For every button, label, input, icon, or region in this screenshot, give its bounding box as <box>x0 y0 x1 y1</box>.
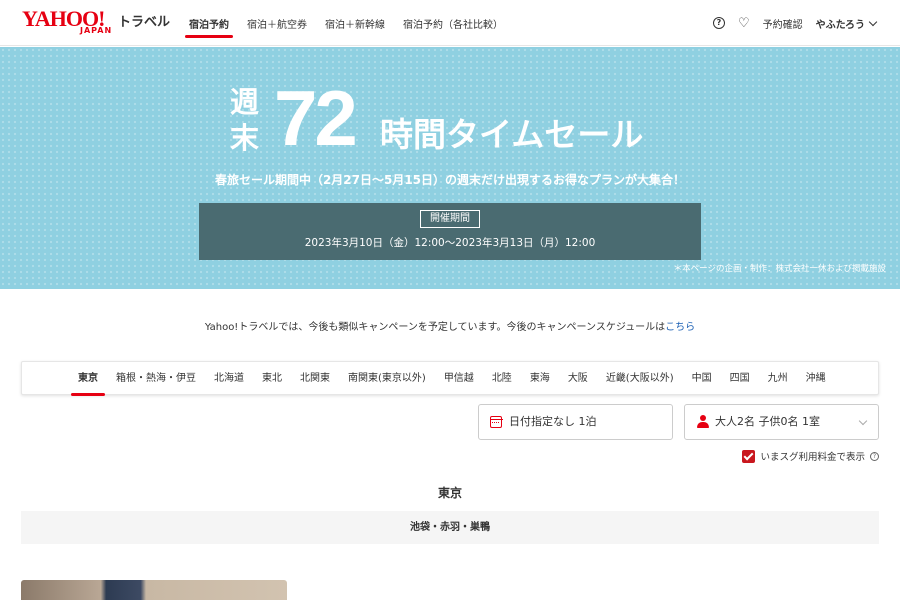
region-tab-koshinetsu[interactable]: 甲信越 <box>435 362 483 396</box>
region-tabs: 東京 箱根・熱海・伊豆 北海道 東北 北関東 南関東(東京以外) 甲信越 北陸 … <box>69 362 835 396</box>
guest-selector-text: 大人2名 子供0名 1室 <box>715 415 820 428</box>
region-tab-kinki[interactable]: 近畿(大阪以外) <box>597 362 683 396</box>
help-icon[interactable]: ? <box>712 17 725 29</box>
region-tab-osaka[interactable]: 大阪 <box>559 362 597 396</box>
region-tab-hakone-atami-izu[interactable]: 箱根・熱海・伊豆 <box>107 362 205 396</box>
region-tab-hokuriku[interactable]: 北陸 <box>483 362 521 396</box>
region-tab-kyushu[interactable]: 九州 <box>759 362 797 396</box>
region-tab-tohoku[interactable]: 東北 <box>253 362 291 396</box>
logo-travel-text: トラベル <box>118 15 171 30</box>
period-label: 開催期間 <box>420 210 480 228</box>
period-dates: 2023年3月10日（金）12:00～2023年3月13日（月）12:00 <box>304 237 596 249</box>
schedule-link[interactable]: こちら <box>665 322 695 333</box>
hotel-image[interactable] <box>21 580 287 600</box>
guest-selector[interactable]: 大人2名 子供0名 1室 <box>684 404 879 440</box>
nav-item-hotel-shinkansen[interactable]: 宿泊＋新幹線 <box>316 0 394 46</box>
sale-title-hours: 72 <box>274 74 358 162</box>
header-actions: ? ♡ 予約確認 やふたろう <box>712 0 878 46</box>
site-header: YAHOO! JAPAN トラベル 宿泊予約 宿泊＋航空券 宿泊＋新幹線 宿泊予… <box>0 0 900 46</box>
region-tab-hokkaido[interactable]: 北海道 <box>205 362 253 396</box>
logo-japan-text: JAPAN <box>80 26 113 35</box>
region-tab-minami-kanto[interactable]: 南関東(東京以外) <box>339 362 435 396</box>
date-selector-text: 日付指定なし 1泊 <box>509 415 597 428</box>
help-icon[interactable]: ? <box>870 451 879 461</box>
region-tab-kita-kanto[interactable]: 北関東 <box>291 362 339 396</box>
nav-item-hotel[interactable]: 宿泊予約 <box>180 0 238 46</box>
main-nav: 宿泊予約 宿泊＋航空券 宿泊＋新幹線 宿泊予約（各社比較） <box>180 0 512 46</box>
sale-subtitle: 春旅セール期間中（2月27日～5月15日）の週末だけ出現するお得なプランが大集合… <box>214 173 686 187</box>
chevron-down-icon <box>858 416 868 426</box>
chevron-down-icon <box>868 17 878 26</box>
price-display-toggle[interactable]: いまスグ利用料金で表示 ? <box>742 449 879 463</box>
person-icon <box>697 415 709 429</box>
campaign-info-text: Yahoo!トラベルでは、今後も類似キャンペーンを予定しています。今後のキャンペ… <box>204 322 666 333</box>
sale-title-text: 時間タイムセール <box>380 115 644 154</box>
sale-title-weekend-2: 末 <box>230 121 260 155</box>
region-tab-shikoku[interactable]: 四国 <box>721 362 759 396</box>
area-title: 東京 <box>437 486 462 500</box>
price-display-label: いまスグ利用料金で表示 <box>760 452 865 463</box>
date-selector[interactable]: 日付指定なし 1泊 <box>478 404 673 440</box>
heart-icon[interactable]: ♡ <box>738 17 750 30</box>
sub-area-bar: 池袋・赤羽・巣鴨 <box>21 511 879 544</box>
nav-item-hotel-compare[interactable]: 宿泊予約（各社比較） <box>394 0 512 46</box>
region-tab-okinawa[interactable]: 沖縄 <box>797 362 835 396</box>
sale-title-weekend-1: 週 <box>230 85 260 119</box>
user-menu[interactable]: やふたろう <box>815 16 878 31</box>
reservation-check-link[interactable]: 予約確認 <box>763 16 803 31</box>
campaign-info: Yahoo!トラベルでは、今後も類似キャンペーンを予定しています。今後のキャンペ… <box>0 318 900 333</box>
region-tab-tokyo[interactable]: 東京 <box>69 362 107 396</box>
region-tab-tokai[interactable]: 東海 <box>521 362 559 396</box>
banner-note: ＊本ページの企画・制作：株式会社一休および掲載施設 <box>673 264 886 274</box>
nav-item-hotel-flight[interactable]: 宿泊＋航空券 <box>238 0 316 46</box>
user-name: やふたろう <box>815 19 865 31</box>
period-box: 開催期間 2023年3月10日（金）12:00～2023年3月13日（月）12:… <box>199 203 701 260</box>
calendar-icon <box>489 416 503 428</box>
region-tab-bar: 東京 箱根・熱海・伊豆 北海道 東北 北関東 南関東(東京以外) 甲信越 北陸 … <box>21 361 879 396</box>
sub-area-ikebukuro[interactable]: 池袋・赤羽・巣鴨 <box>21 511 879 544</box>
region-tab-chugoku[interactable]: 中国 <box>683 362 721 396</box>
price-display-checkbox[interactable] <box>742 449 756 463</box>
campaign-banner: 週 末 72 時間タイムセール 春旅セール期間中（2月27日～5月15日）の週末… <box>0 47 900 289</box>
